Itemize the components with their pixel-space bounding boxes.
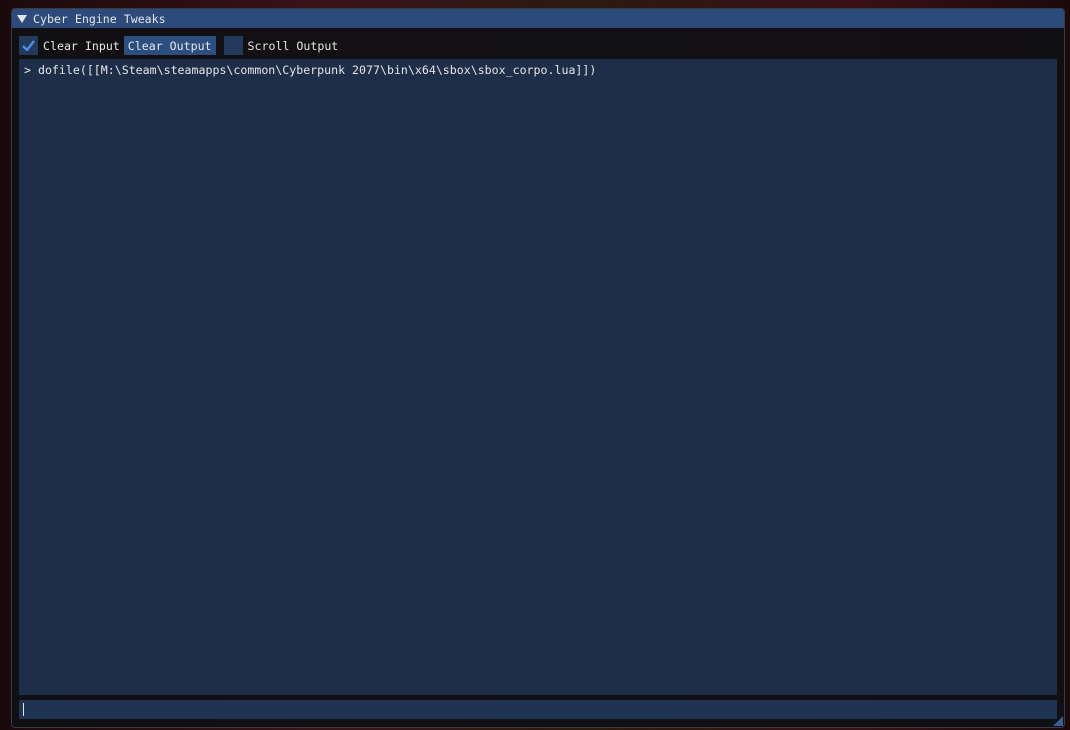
cyber-engine-tweaks-window: Cyber Engine Tweaks Clear Input Clear Ou…	[11, 8, 1065, 728]
clear-input-checkbox[interactable]	[19, 36, 38, 55]
scroll-output-checkbox[interactable]	[223, 36, 243, 55]
checkmark-icon	[22, 40, 35, 51]
window-title: Cyber Engine Tweaks	[33, 11, 166, 26]
console-input[interactable]	[19, 700, 1057, 719]
console-output[interactable]: > dofile([[M:\Steam\steamapps\common\Cyb…	[19, 59, 1057, 695]
collapse-triangle-icon[interactable]	[17, 14, 27, 23]
resize-grip-icon[interactable]	[1053, 716, 1063, 726]
output-line: > dofile([[M:\Steam\steamapps\common\Cyb…	[24, 63, 597, 77]
window-title-bar[interactable]: Cyber Engine Tweaks	[12, 9, 1064, 28]
scroll-output-label[interactable]: Scroll Output	[248, 39, 339, 53]
clear-input-label[interactable]: Clear Input	[43, 39, 120, 53]
toolbar: Clear Input Clear Output Scroll Output	[19, 36, 342, 55]
text-caret	[23, 703, 24, 716]
clear-output-button[interactable]: Clear Output	[123, 36, 216, 55]
